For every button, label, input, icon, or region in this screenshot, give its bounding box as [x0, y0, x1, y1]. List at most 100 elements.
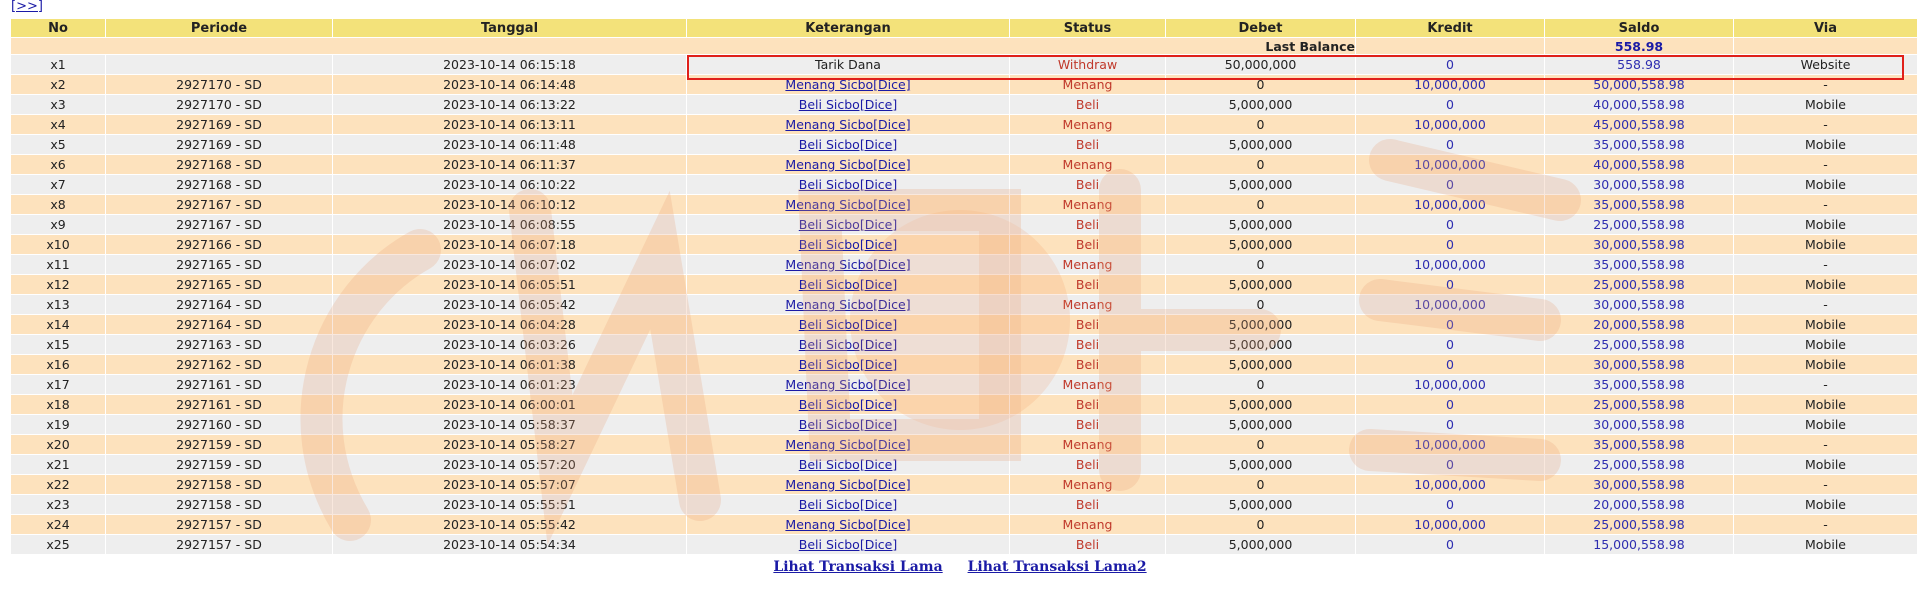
old-transactions-link[interactable]: Lihat Transaksi Lama: [773, 559, 942, 575]
transaction-detail-link[interactable]: Menang Sicbo[Dice]: [785, 477, 910, 492]
transaction-detail-link[interactable]: Menang Sicbo[Dice]: [785, 257, 910, 272]
table-row: x7 2927168 - SD 2023-10-14 06:10:22 Beli Si…: [11, 175, 1917, 194]
cell-debet: 50,000,000: [1166, 55, 1355, 74]
cell-debet: 5,000,000: [1166, 275, 1355, 294]
transaction-detail-link[interactable]: Beli Sicbo[Dice]: [799, 337, 897, 352]
cell-via: -: [1734, 375, 1917, 394]
table-row: x3 2927170 - SD 2023-10-14 06:13:22 Beli Si…: [11, 95, 1917, 114]
cell-keterangan: Menang Sicbo[Dice]: [687, 75, 1009, 94]
cell-kredit: 0: [1356, 275, 1544, 294]
cell-status: Beli: [1010, 495, 1165, 514]
transaction-detail-link[interactable]: Beli Sicbo[Dice]: [799, 317, 897, 332]
cell-kredit: 0: [1356, 455, 1544, 474]
transaction-detail-link[interactable]: Beli Sicbo[Dice]: [799, 457, 897, 472]
cell-via: -: [1734, 115, 1917, 134]
cell-periode: 2927161 - SD: [106, 375, 332, 394]
cell-no: x21: [11, 455, 105, 474]
cell-tanggal: 2023-10-14 06:08:55: [333, 215, 686, 234]
cell-debet: 5,000,000: [1166, 455, 1355, 474]
transaction-detail-link[interactable]: Beli Sicbo[Dice]: [799, 497, 897, 512]
table-row: x16 2927162 - SD 2023-10-14 06:01:38 Beli S…: [11, 355, 1917, 374]
cell-via: Mobile: [1734, 135, 1917, 154]
transaction-detail-link[interactable]: Menang Sicbo[Dice]: [785, 517, 910, 532]
cell-via: -: [1734, 75, 1917, 94]
last-balance-spacer: [1356, 38, 1544, 54]
transaction-detail-link[interactable]: Menang Sicbo[Dice]: [785, 377, 910, 392]
transaction-detail-link[interactable]: Beli Sicbo[Dice]: [799, 177, 897, 192]
cell-periode: 2927158 - SD: [106, 495, 332, 514]
cell-debet: 0: [1166, 375, 1355, 394]
cell-keterangan: Beli Sicbo[Dice]: [687, 395, 1009, 414]
cell-periode: 2927158 - SD: [106, 475, 332, 494]
cell-no: x24: [11, 515, 105, 534]
cell-tanggal: 2023-10-14 06:10:22: [333, 175, 686, 194]
cell-keterangan: Beli Sicbo[Dice]: [687, 275, 1009, 294]
table-row: x21 2927159 - SD 2023-10-14 05:57:20 Beli S…: [11, 455, 1917, 474]
cell-kredit: 10,000,000: [1356, 375, 1544, 394]
cell-status: Beli: [1010, 415, 1165, 434]
cell-tanggal: 2023-10-14 06:11:48: [333, 135, 686, 154]
transaction-detail-link[interactable]: Beli Sicbo[Dice]: [799, 97, 897, 112]
cell-debet: 5,000,000: [1166, 175, 1355, 194]
table-row: x8 2927167 - SD 2023-10-14 06:10:12 Menang …: [11, 195, 1917, 214]
cell-status: Withdraw: [1010, 55, 1165, 74]
cell-debet: 5,000,000: [1166, 395, 1355, 414]
cell-periode: 2927169 - SD: [106, 135, 332, 154]
cell-no: x8: [11, 195, 105, 214]
cell-via: Mobile: [1734, 275, 1917, 294]
cell-saldo: 25,000,558.98: [1545, 215, 1733, 234]
cell-status: Menang: [1010, 435, 1165, 454]
transaction-table: No Periode Tanggal Keterangan Status Deb…: [10, 18, 1918, 555]
table-row: x17 2927161 - SD 2023-10-14 06:01:23 Menang…: [11, 375, 1917, 394]
transaction-detail-link[interactable]: Beli Sicbo[Dice]: [799, 417, 897, 432]
cell-keterangan: Beli Sicbo[Dice]: [687, 315, 1009, 334]
cell-tanggal: 2023-10-14 05:57:07: [333, 475, 686, 494]
cell-no: x23: [11, 495, 105, 514]
old-transactions2-link[interactable]: Lihat Transaksi Lama2: [968, 559, 1147, 575]
transaction-detail-link[interactable]: Beli Sicbo[Dice]: [799, 217, 897, 232]
cell-keterangan: Beli Sicbo[Dice]: [687, 495, 1009, 514]
transaction-detail-link[interactable]: Beli Sicbo[Dice]: [799, 537, 897, 552]
cell-kredit: 10,000,000: [1356, 475, 1544, 494]
cell-tanggal: 2023-10-14 05:58:37: [333, 415, 686, 434]
transaction-detail-link[interactable]: Beli Sicbo[Dice]: [799, 237, 897, 252]
cell-keterangan: Menang Sicbo[Dice]: [687, 295, 1009, 314]
col-header-saldo: Saldo: [1545, 19, 1733, 37]
cell-periode: 2927160 - SD: [106, 415, 332, 434]
cell-tanggal: 2023-10-14 06:01:23: [333, 375, 686, 394]
cell-via: -: [1734, 435, 1917, 454]
cell-keterangan: Menang Sicbo[Dice]: [687, 435, 1009, 454]
cell-saldo: 30,000,558.98: [1545, 175, 1733, 194]
table-row: x14 2927164 - SD 2023-10-14 06:04:28 Beli S…: [11, 315, 1917, 334]
table-row: x4 2927169 - SD 2023-10-14 06:13:11 Menang …: [11, 115, 1917, 134]
cell-tanggal: 2023-10-14 06:14:48: [333, 75, 686, 94]
transaction-detail-link[interactable]: Menang Sicbo[Dice]: [785, 197, 910, 212]
cell-periode: 2927159 - SD: [106, 455, 332, 474]
cell-status: Menang: [1010, 375, 1165, 394]
col-header-keterangan: Keterangan: [687, 19, 1009, 37]
cell-debet: 0: [1166, 475, 1355, 494]
cell-periode: 2927168 - SD: [106, 175, 332, 194]
cell-debet: 5,000,000: [1166, 135, 1355, 154]
cell-via: Mobile: [1734, 335, 1917, 354]
cell-no: x19: [11, 415, 105, 434]
cell-kredit: 0: [1356, 335, 1544, 354]
transaction-detail-link[interactable]: Menang Sicbo[Dice]: [785, 77, 910, 92]
transaction-detail-link[interactable]: Beli Sicbo[Dice]: [799, 397, 897, 412]
cell-debet: 0: [1166, 195, 1355, 214]
transaction-detail-link[interactable]: Beli Sicbo[Dice]: [799, 277, 897, 292]
next-page-link[interactable]: [>>]: [11, 0, 43, 14]
cell-via: Mobile: [1734, 235, 1917, 254]
cell-keterangan: Menang Sicbo[Dice]: [687, 195, 1009, 214]
transaction-detail-link[interactable]: Beli Sicbo[Dice]: [799, 357, 897, 372]
cell-keterangan: Beli Sicbo[Dice]: [687, 415, 1009, 434]
transaction-detail-link[interactable]: Beli Sicbo[Dice]: [799, 137, 897, 152]
transaction-detail-link[interactable]: Menang Sicbo[Dice]: [785, 437, 910, 452]
table-row: x5 2927169 - SD 2023-10-14 06:11:48 Beli Si…: [11, 135, 1917, 154]
transaction-detail-link[interactable]: Menang Sicbo[Dice]: [785, 157, 910, 172]
transaction-detail-link[interactable]: Menang Sicbo[Dice]: [785, 117, 910, 132]
transaction-detail-link[interactable]: Menang Sicbo[Dice]: [785, 297, 910, 312]
cell-no: x22: [11, 475, 105, 494]
cell-status: Beli: [1010, 175, 1165, 194]
cell-keterangan: Menang Sicbo[Dice]: [687, 515, 1009, 534]
